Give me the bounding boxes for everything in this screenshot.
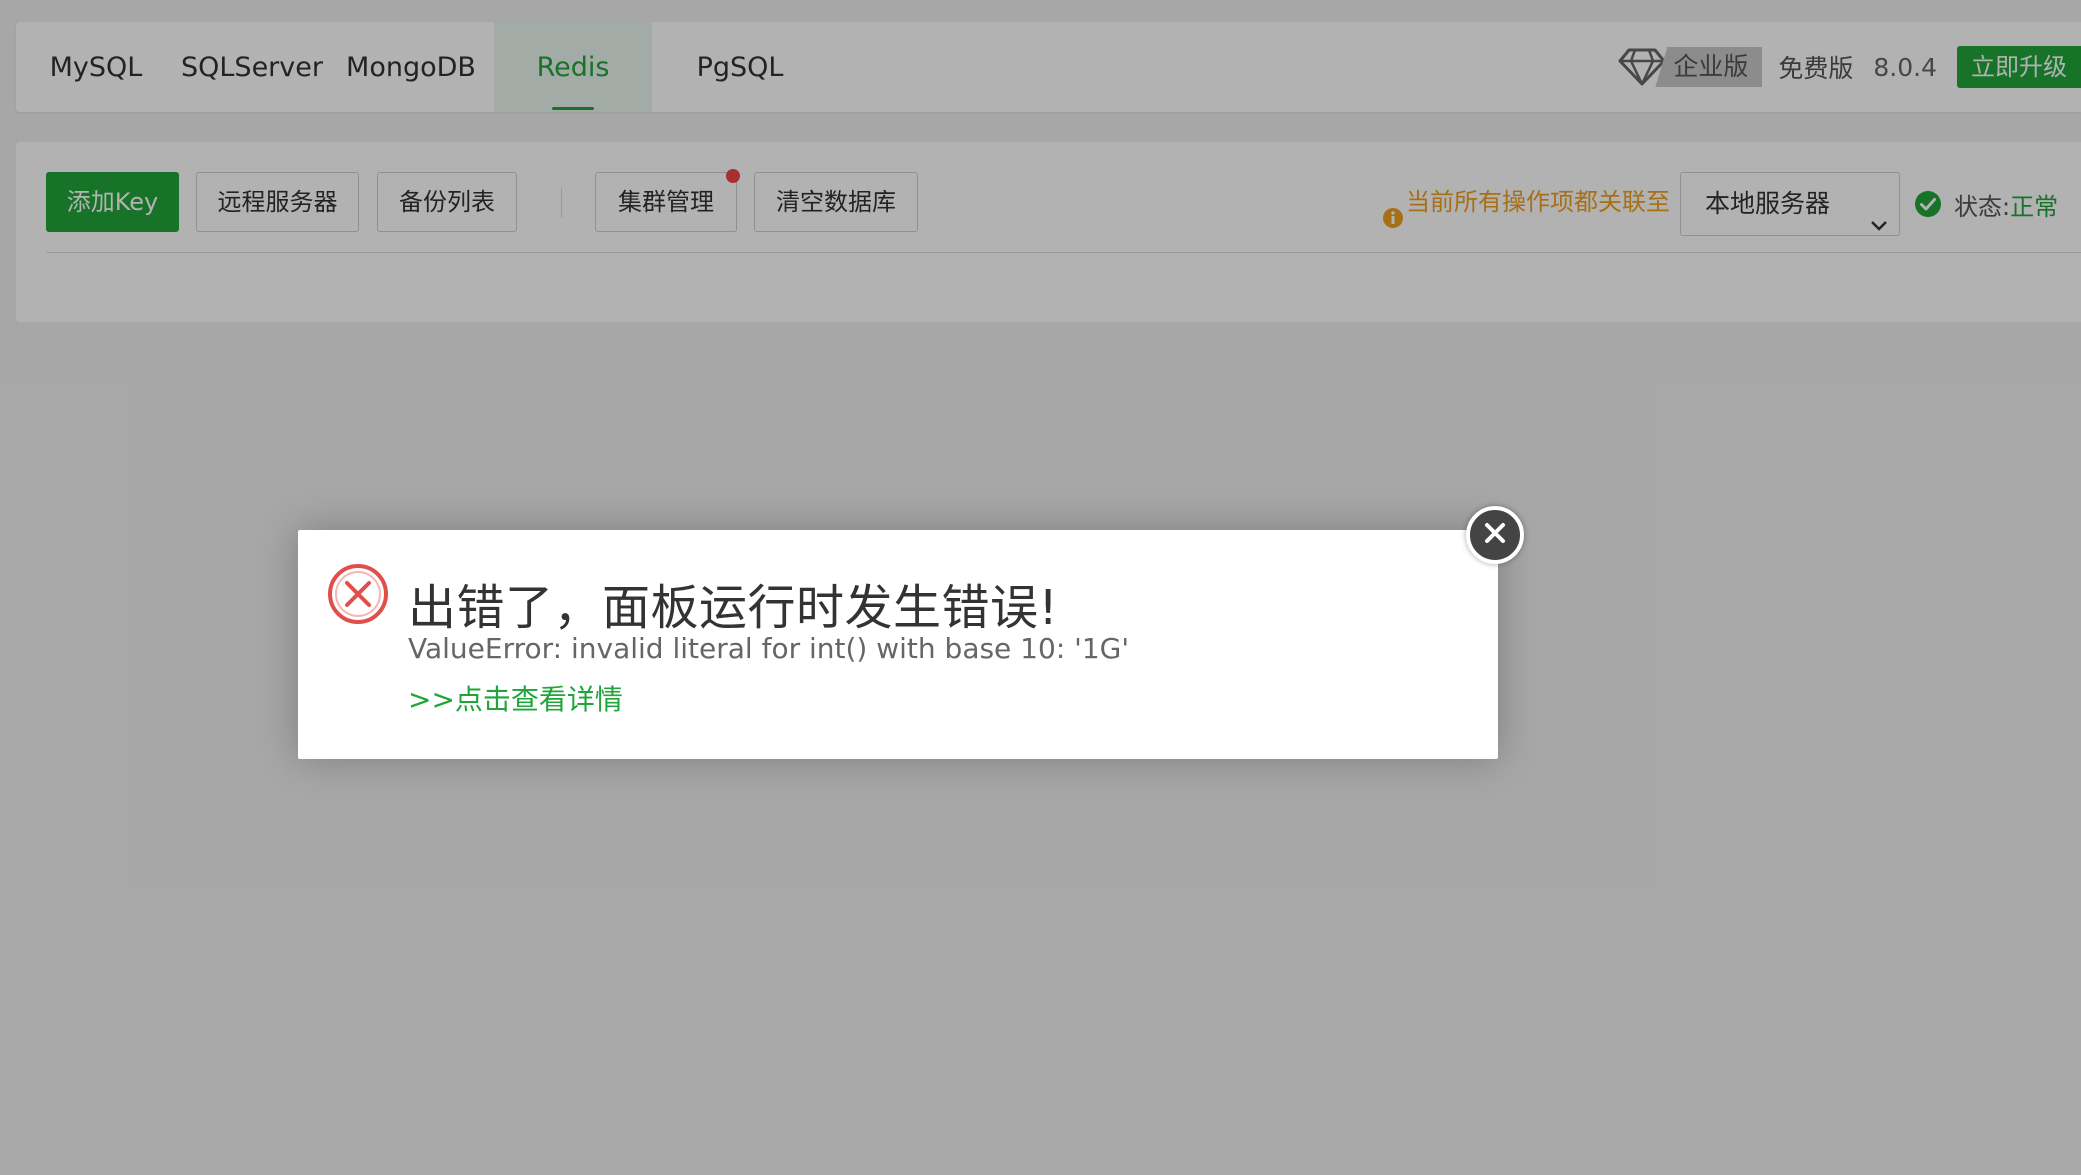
error-message: ValueError: invalid literal for int() wi… [408,632,1130,665]
error-dialog: 出错了，面板运行时发生错误! ValueError: invalid liter… [298,506,1524,759]
close-icon [1482,520,1508,550]
page: MySQL SQLServer MongoDB Redis PgSQL 企业版 … [0,0,2081,1175]
error-title: 出错了，面板运行时发生错误! [408,580,1059,636]
view-details-link[interactable]: >>点击查看详情 [408,678,623,718]
close-dialog-button[interactable] [1466,506,1524,564]
error-circle-icon [326,562,390,626]
